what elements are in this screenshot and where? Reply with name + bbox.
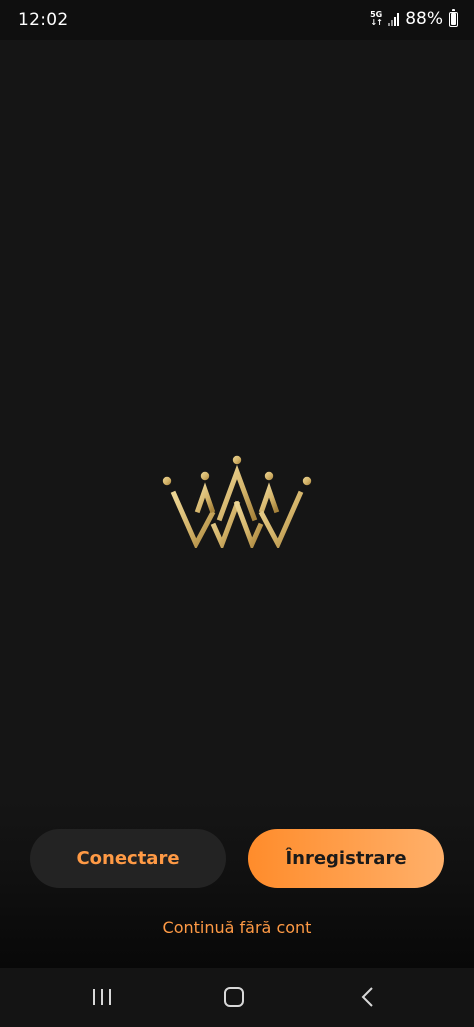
home-icon [224,987,244,1007]
register-button[interactable]: Înregistrare [248,829,444,888]
continue-without-account-link[interactable]: Continuă fără cont [0,918,474,937]
back-button[interactable] [348,980,388,1014]
battery-icon [449,8,458,27]
signal-icon [388,12,400,26]
login-button[interactable]: Conectare [30,829,226,888]
data-arrows-icon: ↓↑ [370,18,382,27]
battery-percent: 88% [405,9,443,29]
network-5g-icon: 5G ↓↑ [370,11,383,27]
status-icons: 5G ↓↑ 88% [370,8,458,29]
welcome-screen: 12:02 5G ↓↑ 88% Conectare Înregistrare C… [0,0,474,1027]
system-nav-bar [0,968,474,1027]
back-icon [361,987,373,1007]
recents-icon [93,989,111,1005]
recents-button[interactable] [82,980,122,1014]
status-bar: 12:02 5G ↓↑ 88% [0,0,474,40]
crown-icon [162,455,312,548]
home-button[interactable] [214,980,254,1014]
status-time: 12:02 [18,10,69,30]
